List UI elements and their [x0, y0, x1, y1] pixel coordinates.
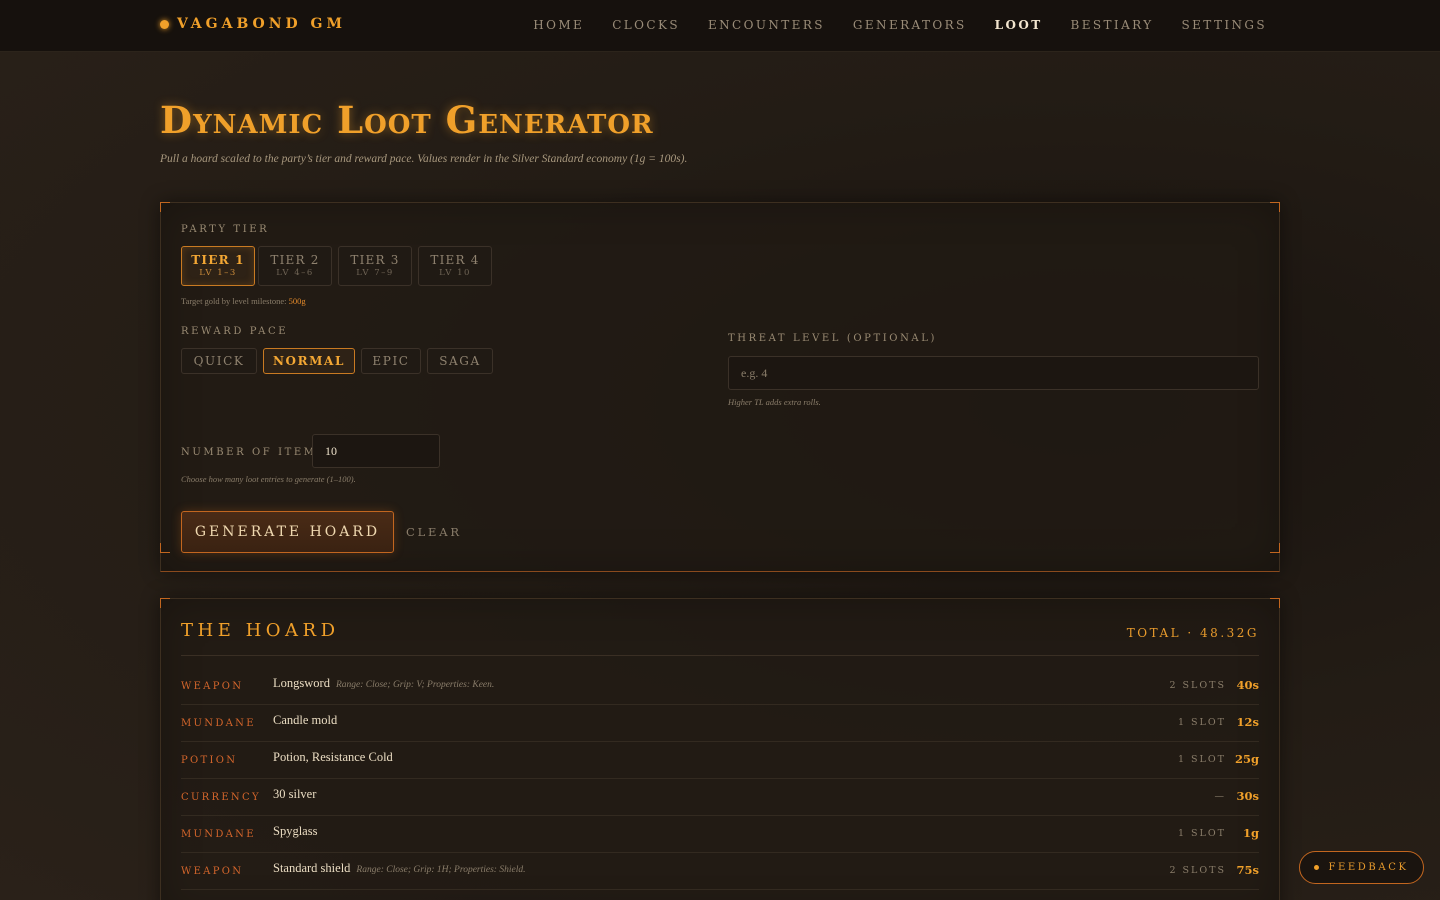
loot-details: Range: Close; Grip: 1H; Properties: Shie…	[356, 865, 526, 875]
party-tier-label: PARTY TIER	[181, 224, 270, 235]
loot-name: Longsword Range: Close; Grip: V; Properti…	[273, 676, 494, 691]
loot-slots: 1 SLOT	[1177, 717, 1226, 728]
tier-1-button[interactable]: TIER 1 LV 1–3	[181, 246, 255, 286]
loot-name: 30 silver	[273, 787, 322, 802]
threat-level-input[interactable]: e.g. 4	[728, 356, 1259, 390]
loot-name: Potion, Resistance Cold	[273, 750, 399, 765]
loot-row: POTION Potion, Resistance Cold 1 SLOT 25…	[181, 742, 1259, 779]
nav-encounters[interactable]: ENCOUNTERS	[708, 18, 825, 32]
brand-name: VAGABOND GM	[177, 16, 347, 32]
nav-settings[interactable]: SETTINGS	[1182, 18, 1267, 32]
loot-category: MUNDANE	[181, 718, 256, 729]
nav-home[interactable]: HOME	[533, 18, 584, 32]
tier-levels: LV 10	[439, 268, 471, 278]
loot-value: 40s	[1236, 678, 1259, 692]
loot-slots: —	[1214, 791, 1226, 802]
loot-category: MUNDANE	[181, 829, 256, 840]
nav-links: HOME CLOCKS ENCOUNTERS GENERATORS LOOT B…	[533, 18, 1267, 32]
loot-value: 25g	[1234, 752, 1259, 766]
loot-row: MUNDANE Candle mold 1 SLOT 12s	[181, 705, 1259, 742]
corner-ornament	[160, 543, 170, 553]
tier-levels: LV 1–3	[199, 268, 237, 278]
target-gold-label: Target gold by level milestone:	[181, 296, 287, 306]
corner-ornament	[160, 202, 170, 212]
loot-slots: 2 SLOTS	[1169, 680, 1226, 691]
page-title: Dynamic Loot Generator	[160, 98, 654, 142]
loot-name: Candle mold	[273, 713, 343, 728]
hoard-panel: THE HOARD TOTAL · 48.32G WEAPON Longswor…	[160, 598, 1280, 900]
nav-bestiary[interactable]: BESTIARY	[1071, 18, 1154, 32]
loot-name-text: 30 silver	[273, 787, 317, 801]
corner-ornament	[1270, 543, 1280, 553]
loot-name-text: Potion, Resistance Cold	[273, 750, 393, 764]
nav-generators[interactable]: GENERATORS	[853, 18, 967, 32]
hoard-title: THE HOARD	[181, 620, 340, 641]
items-count-input[interactable]: 10	[312, 434, 440, 468]
loot-name: Standard shield Range: Close; Grip: 1H; P…	[273, 861, 525, 876]
pace-saga-button[interactable]: SAGA	[427, 348, 493, 374]
hoard-total: TOTAL · 48.32G	[1126, 626, 1259, 640]
corner-ornament	[1270, 202, 1280, 212]
loot-row: CURRENCY 30 silver — 30s	[181, 779, 1259, 816]
brand-logo[interactable]: VAGABOND GM	[160, 16, 346, 32]
loot-name-text: Spyglass	[273, 824, 318, 838]
loot-slots: 1 SLOT	[1177, 828, 1226, 839]
corner-ornament	[1270, 598, 1280, 608]
corner-ornament	[160, 598, 170, 608]
reward-pace-label: REWARD PACE	[181, 326, 289, 337]
tier-levels: LV 4–6	[276, 268, 314, 278]
loot-slots: 2 SLOTS	[1169, 865, 1226, 876]
loot-row: WEAPON Standard shield Range: Close; Grip…	[181, 853, 1259, 890]
items-count-hint: Choose how many loot entries to generate…	[181, 474, 356, 484]
tier-name: TIER 2	[270, 253, 320, 267]
top-nav: VAGABOND GM HOME CLOCKS ENCOUNTERS GENER…	[0, 0, 1440, 52]
loot-name-text: Candle mold	[273, 713, 338, 727]
target-gold-hint: Target gold by level milestone: 500g	[181, 296, 306, 306]
tier-4-button[interactable]: TIER 4 LV 10	[418, 246, 492, 286]
tier-levels: LV 7–9	[356, 268, 394, 278]
loot-name: Spyglass	[273, 824, 323, 839]
loot-name-text: Longsword	[273, 676, 330, 690]
feedback-dot-icon	[1314, 865, 1320, 870]
pace-epic-button[interactable]: EPIC	[361, 348, 421, 374]
tier-3-button[interactable]: TIER 3 LV 7–9	[338, 246, 412, 286]
tier-name: TIER 3	[350, 253, 400, 267]
target-gold-value: 500g	[288, 296, 306, 306]
loot-category: POTION	[181, 755, 238, 766]
loot-name-text: Standard shield	[273, 861, 351, 875]
loot-value: 30s	[1236, 789, 1259, 803]
items-count-label: NUMBER OF ITEMS	[181, 447, 327, 458]
tier-2-button[interactable]: TIER 2 LV 4–6	[258, 246, 332, 286]
threat-level-label: THREAT LEVEL (OPTIONAL)	[728, 333, 937, 344]
loot-slots: 1 SLOT	[1177, 754, 1226, 765]
brand-dot-icon	[160, 19, 169, 29]
feedback-label: FEEDBACK	[1328, 862, 1409, 873]
loot-row: WEAPON Longsword Range: Close; Grip: V; P…	[181, 668, 1259, 705]
page-subtitle: Pull a hoard scaled to the party’s tier …	[160, 153, 688, 165]
feedback-button[interactable]: FEEDBACK	[1299, 851, 1424, 884]
threat-level-hint: Higher TL adds extra rolls.	[728, 397, 821, 407]
loot-value: 1g	[1242, 826, 1259, 840]
loot-category: WEAPON	[181, 866, 244, 877]
nav-clocks[interactable]: CLOCKS	[612, 18, 680, 32]
pace-quick-button[interactable]: QUICK	[181, 348, 257, 374]
loot-value: 12s	[1236, 715, 1259, 729]
pace-normal-button[interactable]: NORMAL	[263, 348, 355, 374]
loot-details: Range: Close; Grip: V; Properties: Keen.	[335, 680, 495, 690]
tier-name: TIER 1	[191, 253, 245, 267]
generate-hoard-button[interactable]: GENERATE HOARD	[181, 511, 394, 553]
generator-panel: PARTY TIER TIER 1 LV 1–3 TIER 2 LV 4–6 T…	[160, 202, 1280, 572]
loot-row: MUNDANE Spyglass 1 SLOT 1g	[181, 816, 1259, 853]
loot-category: WEAPON	[181, 681, 244, 692]
nav-loot[interactable]: LOOT	[995, 18, 1043, 32]
loot-category: CURRENCY	[181, 792, 261, 803]
clear-button[interactable]: CLEAR	[406, 525, 462, 539]
divider	[181, 655, 1259, 656]
tier-name: TIER 4	[430, 253, 480, 267]
loot-value: 75s	[1236, 863, 1259, 877]
